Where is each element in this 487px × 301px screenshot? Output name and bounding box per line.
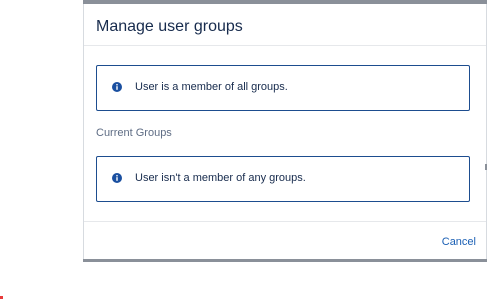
page: Manage user groups User is a member of a… — [0, 0, 487, 301]
dialog-footer: Cancel — [84, 221, 486, 261]
all-groups-message: User is a member of all groups. — [96, 65, 470, 111]
cancel-button[interactable]: Cancel — [442, 236, 476, 248]
dialog-header: Manage user groups — [84, 4, 486, 46]
manage-user-groups-dialog: Manage user groups User is a member of a… — [83, 4, 487, 260]
message-text: User is a member of all groups. — [135, 81, 288, 93]
no-groups-message: User isn't a member of any groups. — [96, 156, 470, 202]
dialog-bottom-border — [83, 259, 487, 262]
dialog-title: Manage user groups — [96, 18, 243, 35]
cursor-marker — [0, 296, 3, 299]
info-icon — [112, 173, 122, 183]
message-text: User isn't a member of any groups. — [135, 172, 306, 184]
info-icon — [112, 82, 122, 92]
current-groups-label: Current Groups — [96, 127, 172, 139]
